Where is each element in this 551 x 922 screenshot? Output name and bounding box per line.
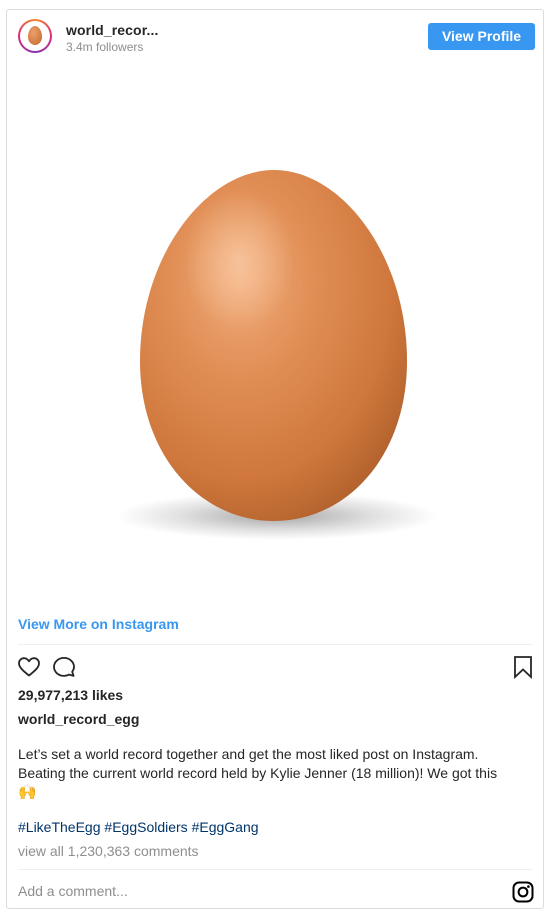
hashtag-link[interactable]: #LikeTheEgg	[18, 819, 101, 835]
divider	[18, 644, 532, 645]
divider	[18, 869, 532, 870]
bookmark-icon[interactable]	[512, 655, 534, 679]
post-photo[interactable]	[7, 66, 543, 606]
raised-hands-emoji: 🙌	[18, 784, 37, 801]
view-all-comments-link[interactable]: view all 1,230,363 comments	[18, 843, 199, 859]
instagram-embed-card: world_recor... 3.4m followers View Profi…	[6, 9, 544, 909]
hashtag-list: #LikeTheEgg #EggSoldiers #EggGang	[18, 819, 259, 835]
egg-avatar-image	[28, 26, 42, 45]
post-caption: Let’s set a world record together and ge…	[18, 745, 533, 802]
heart-icon[interactable]	[17, 655, 41, 679]
caption-line: Beating the current world record held by…	[18, 765, 498, 781]
instagram-logo-icon[interactable]	[511, 880, 535, 904]
like-count[interactable]: 29,977,213 likes	[18, 687, 123, 703]
view-profile-button[interactable]: View Profile	[428, 23, 535, 50]
profile-username[interactable]: world_recor...	[66, 22, 158, 38]
view-more-on-instagram-link[interactable]: View More on Instagram	[18, 616, 179, 632]
caption-username[interactable]: world_record_egg	[18, 711, 139, 727]
comment-icon[interactable]	[52, 655, 76, 679]
caption-line: Let’s set a world record together and ge…	[18, 746, 479, 762]
avatar[interactable]	[18, 19, 52, 53]
follower-count: 3.4m followers	[66, 40, 144, 54]
hashtag-link[interactable]: #EggGang	[192, 819, 259, 835]
hashtag-link[interactable]: #EggSoldiers	[104, 819, 187, 835]
post-header: world_recor... 3.4m followers View Profi…	[7, 10, 543, 66]
egg-photo	[117, 170, 437, 540]
add-comment-input[interactable]	[18, 883, 488, 899]
